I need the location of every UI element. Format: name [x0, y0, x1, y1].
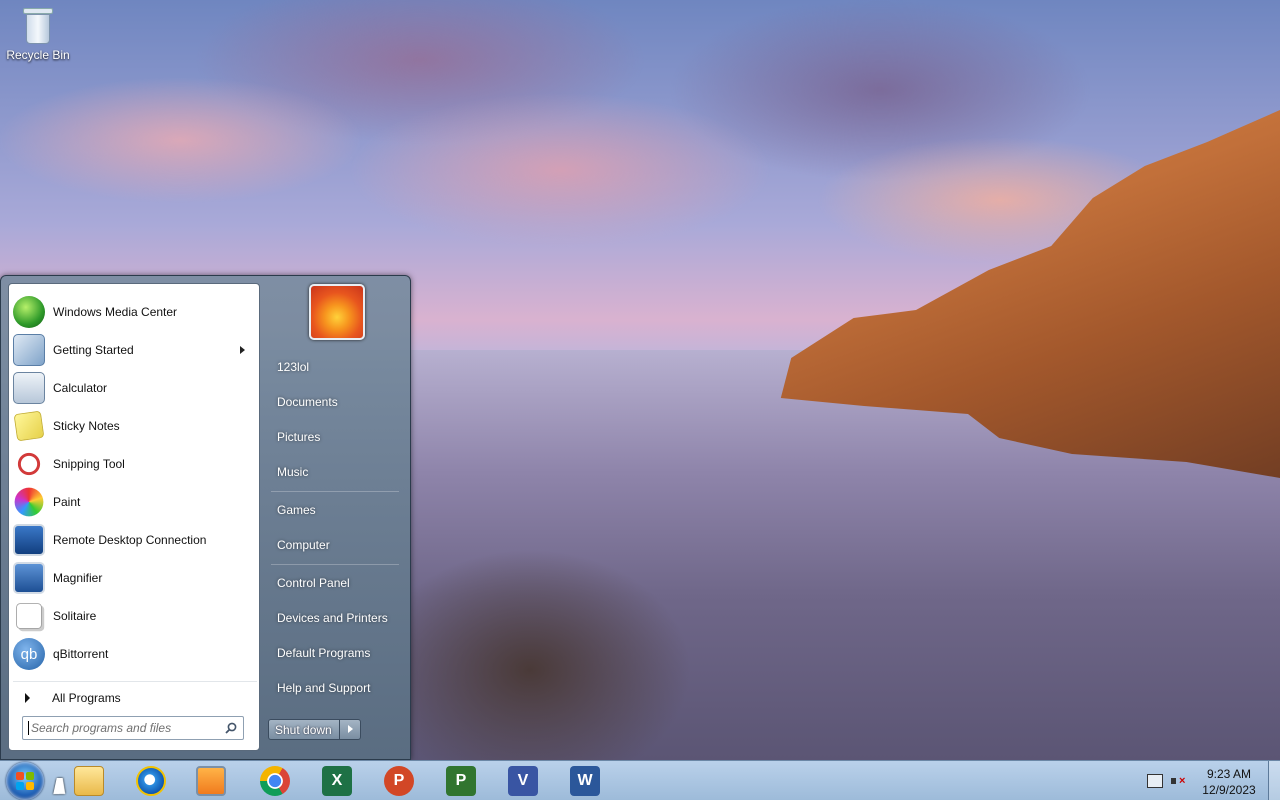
program-item-magnifier[interactable]: Magnifier — [13, 560, 257, 596]
program-label: Solitaire — [53, 609, 97, 623]
snipping-tool-icon — [13, 448, 45, 480]
separator — [271, 491, 399, 492]
visio-icon: V — [508, 766, 538, 796]
right-item-label: 123lol — [277, 360, 310, 374]
search-icon — [225, 722, 237, 734]
recycle-bin-icon — [21, 6, 55, 46]
taskbar-button-word[interactable]: W — [559, 763, 611, 799]
clock-time: 9:23 AM — [1206, 767, 1252, 781]
right-item-label: Control Panel — [277, 576, 350, 590]
program-label: Sticky Notes — [53, 419, 120, 433]
internet-explorer-icon — [136, 766, 166, 796]
powerpoint-icon: P — [384, 766, 414, 796]
all-programs-arrow-icon — [25, 692, 30, 703]
right-item-label: Games — [277, 503, 316, 517]
right-item-computer[interactable]: Computer — [268, 531, 402, 559]
submenu-arrow-icon — [240, 346, 245, 354]
right-item-label: Music — [277, 465, 309, 479]
getting-started-icon — [13, 334, 45, 366]
program-item-calculator[interactable]: Calculator — [13, 370, 257, 406]
program-item-remote-desktop-connection[interactable]: Remote Desktop Connection — [13, 522, 257, 558]
solitaire-icon — [16, 603, 42, 629]
program-label: Calculator — [53, 381, 108, 395]
program-label: qBittorrent — [53, 647, 109, 661]
clock-date: 12/9/2023 — [1202, 783, 1256, 797]
desktop-icon-label: Recycle Bin — [6, 48, 70, 62]
program-label: Remote Desktop Connection — [53, 533, 207, 547]
right-item-default-programs[interactable]: Default Programs — [268, 639, 402, 667]
right-item-label: Help and Support — [277, 681, 371, 695]
right-item-label: Pictures — [277, 430, 321, 444]
program-label: Snipping Tool — [53, 457, 125, 471]
text-cursor — [28, 721, 29, 735]
right-item-label: Devices and Printers — [277, 611, 388, 625]
sticky-notes-icon — [13, 410, 45, 442]
media-player-icon — [196, 766, 226, 796]
taskbar-button-file-explorer[interactable] — [63, 763, 115, 799]
excel-icon: X — [322, 766, 352, 796]
taskbar-button-internet-explorer[interactable] — [125, 763, 177, 799]
taskbar-button-powerpoint[interactable]: P — [373, 763, 425, 799]
start-menu-programs-pane: Windows Media Center Getting Started Cal… — [8, 283, 260, 751]
paint-icon — [14, 487, 44, 517]
taskbar-button-project[interactable]: P — [435, 763, 487, 799]
search-programs-input[interactable]: Search programs and files — [22, 716, 244, 740]
wallpaper-rocks — [410, 470, 750, 760]
word-icon: W — [570, 766, 600, 796]
taskbar-button-media-player[interactable] — [185, 763, 237, 799]
program-item-windows-media-center[interactable]: Windows Media Center — [13, 294, 257, 330]
windows-media-center-icon — [13, 296, 45, 328]
right-item-help-and-support[interactable]: Help and Support — [268, 674, 402, 702]
shutdown-label: Shut down — [275, 722, 332, 737]
program-label: Getting Started — [53, 343, 134, 357]
program-item-paint[interactable]: Paint — [13, 484, 257, 520]
user-account-picture[interactable] — [309, 284, 365, 340]
windows-logo-icon — [16, 772, 34, 790]
desktop-icon-recycle-bin[interactable]: Recycle Bin — [4, 4, 72, 62]
taskbar: X P P V W × 9:23 AM 12/9/2023 — [0, 760, 1280, 800]
right-item-user[interactable]: 123lol — [268, 353, 402, 381]
program-item-snipping-tool[interactable]: Snipping Tool — [13, 446, 257, 482]
calculator-icon — [13, 372, 45, 404]
all-programs-item[interactable]: All Programs — [13, 681, 257, 713]
program-item-qbittorrent[interactable]: qb qBittorrent — [13, 636, 257, 672]
separator — [271, 564, 399, 565]
program-item-solitaire[interactable]: Solitaire — [13, 598, 257, 634]
magnifier-icon — [13, 562, 45, 594]
qbittorrent-icon: qb — [13, 638, 45, 670]
program-item-getting-started[interactable]: Getting Started — [13, 332, 257, 368]
tray-network-icon[interactable] — [1147, 774, 1163, 788]
shutdown-button[interactable]: Shut down — [268, 719, 361, 740]
project-icon: P — [446, 766, 476, 796]
right-item-label: Computer — [277, 538, 330, 552]
program-label: Paint — [53, 495, 81, 509]
show-desktop-button[interactable] — [1268, 761, 1280, 800]
taskbar-button-chrome[interactable] — [249, 763, 301, 799]
taskbar-button-excel[interactable]: X — [311, 763, 363, 799]
right-item-pictures[interactable]: Pictures — [268, 423, 402, 451]
start-button[interactable] — [6, 762, 44, 800]
right-item-music[interactable]: Music — [268, 458, 402, 486]
tray-volume-muted-icon[interactable]: × — [1171, 774, 1187, 788]
folder-icon — [74, 766, 104, 796]
taskbar-clock[interactable]: 9:23 AM 12/9/2023 — [1192, 766, 1266, 798]
right-item-devices-and-printers[interactable]: Devices and Printers — [268, 604, 402, 632]
taskbar-button-visio[interactable]: V — [497, 763, 549, 799]
remote-desktop-icon — [13, 524, 45, 556]
program-label: Windows Media Center — [53, 305, 178, 319]
right-item-label: Documents — [277, 395, 338, 409]
program-label: Magnifier — [53, 571, 103, 585]
start-menu: Windows Media Center Getting Started Cal… — [0, 275, 411, 760]
right-item-documents[interactable]: Documents — [268, 388, 402, 416]
all-programs-label: All Programs — [52, 690, 121, 705]
search-placeholder: Search programs and files — [31, 721, 172, 735]
chrome-icon — [260, 766, 290, 796]
right-item-control-panel[interactable]: Control Panel — [268, 569, 402, 597]
shutdown-options-button[interactable] — [339, 720, 361, 739]
right-item-games[interactable]: Games — [268, 496, 402, 524]
right-item-label: Default Programs — [277, 646, 371, 660]
program-item-sticky-notes[interactable]: Sticky Notes — [13, 408, 257, 444]
